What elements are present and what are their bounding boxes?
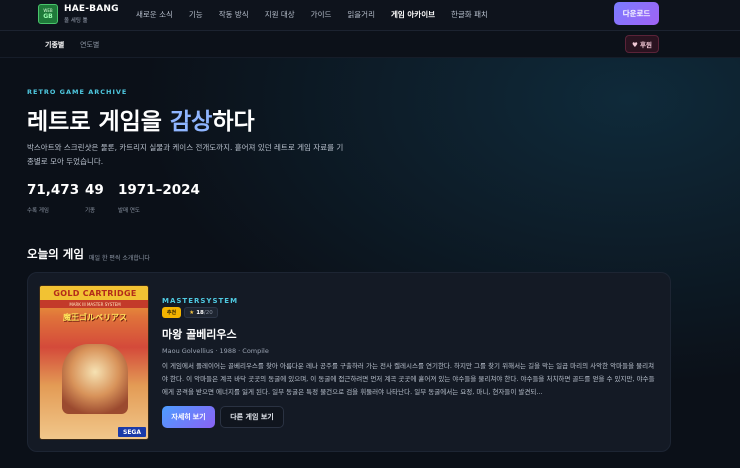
nav-item-translation-patch[interactable]: 한글화 패치 (451, 9, 488, 20)
tab-by-platform[interactable]: 기종별 (45, 40, 64, 50)
view-details-button[interactable]: 자세히 보기 (162, 406, 215, 428)
hero-eyebrow: RETRO GAME ARCHIVE (27, 88, 128, 96)
download-button[interactable]: 다운로드 (614, 2, 659, 25)
logo-icon[interactable]: WEB GB (38, 4, 58, 24)
cover-console-band: MARK III MASTER SYSTEM (40, 300, 148, 308)
game-meta: Maou Golvellius · 1988 · Compile (162, 347, 269, 355)
headline-accent: 감상 (169, 109, 213, 135)
sub-navigation-bar: 기종별 연도별 ♥ 후원 (0, 31, 740, 58)
recommended-badge: 추천 (162, 307, 181, 318)
hero-description: 박스아트와 스크린샷은 물론, 카트리지 실물과 케이스 전개도까지. 흩어져 … (27, 143, 344, 166)
sponsor-button[interactable]: ♥ 후원 (625, 35, 659, 53)
brand[interactable]: HAE-BANG 올 세팅 툴 (64, 4, 119, 24)
game-description: 이 게임에서 플레이어는 골베리우스를 찾아 아름다운 레나 공주를 구출하러 … (162, 362, 655, 396)
cover-title: 魔王ゴルベリアス (63, 313, 127, 322)
nav-item-supported[interactable]: 지원 대상 (265, 9, 295, 20)
box-art-image[interactable]: GOLD CARTRIDGE MARK III MASTER SYSTEM 魔王… (39, 285, 149, 440)
section-title-today: 오늘의 게임 (27, 247, 84, 261)
cover-artwork (62, 344, 128, 414)
nav-item-how-it-works[interactable]: 작동 방식 (219, 9, 249, 20)
stat-platforms: 49 기종 (85, 182, 104, 214)
hero-headline: 레트로 게임을 감상하다 (27, 109, 255, 135)
score-badge: ★ 18/20 (184, 307, 218, 318)
nav-item-news[interactable]: 새로운 소식 (136, 9, 173, 20)
brand-subtitle: 올 세팅 툴 (64, 18, 88, 24)
section-subtitle-today: 매일 한 편씩 소개합니다 (89, 255, 150, 262)
nav-item-reading[interactable]: 읽을거리 (347, 9, 375, 20)
star-icon: ★ (189, 309, 195, 316)
cover-gold-cartridge-label: GOLD CARTRIDGE (40, 286, 148, 300)
nav-item-game-archive[interactable]: 게임 아카이브 (391, 9, 435, 20)
game-title: 마왕 골베리우스 (162, 328, 237, 341)
nav-item-features[interactable]: 기능 (189, 9, 203, 20)
brand-name: HAE-BANG (64, 4, 119, 14)
nav-item-guide[interactable]: 가이드 (311, 9, 332, 20)
platform-label: MASTERSYSTEM (162, 297, 239, 305)
other-game-button[interactable]: 다른 게임 보기 (220, 406, 284, 428)
tab-by-year[interactable]: 연도별 (80, 40, 99, 50)
stat-release-years: 1971–2024 발매 연도 (118, 182, 200, 214)
sega-logo: SEGA (118, 427, 146, 437)
main-nav: 새로운 소식 기능 작동 방식 지원 대상 가이드 읽을거리 게임 아카이브 한… (136, 9, 504, 20)
top-navigation-bar: WEB GB HAE-BANG 올 세팅 툴 새로운 소식 기능 작동 방식 지… (0, 0, 740, 31)
stat-total-games: 71,473 수록 게임 (27, 182, 80, 214)
